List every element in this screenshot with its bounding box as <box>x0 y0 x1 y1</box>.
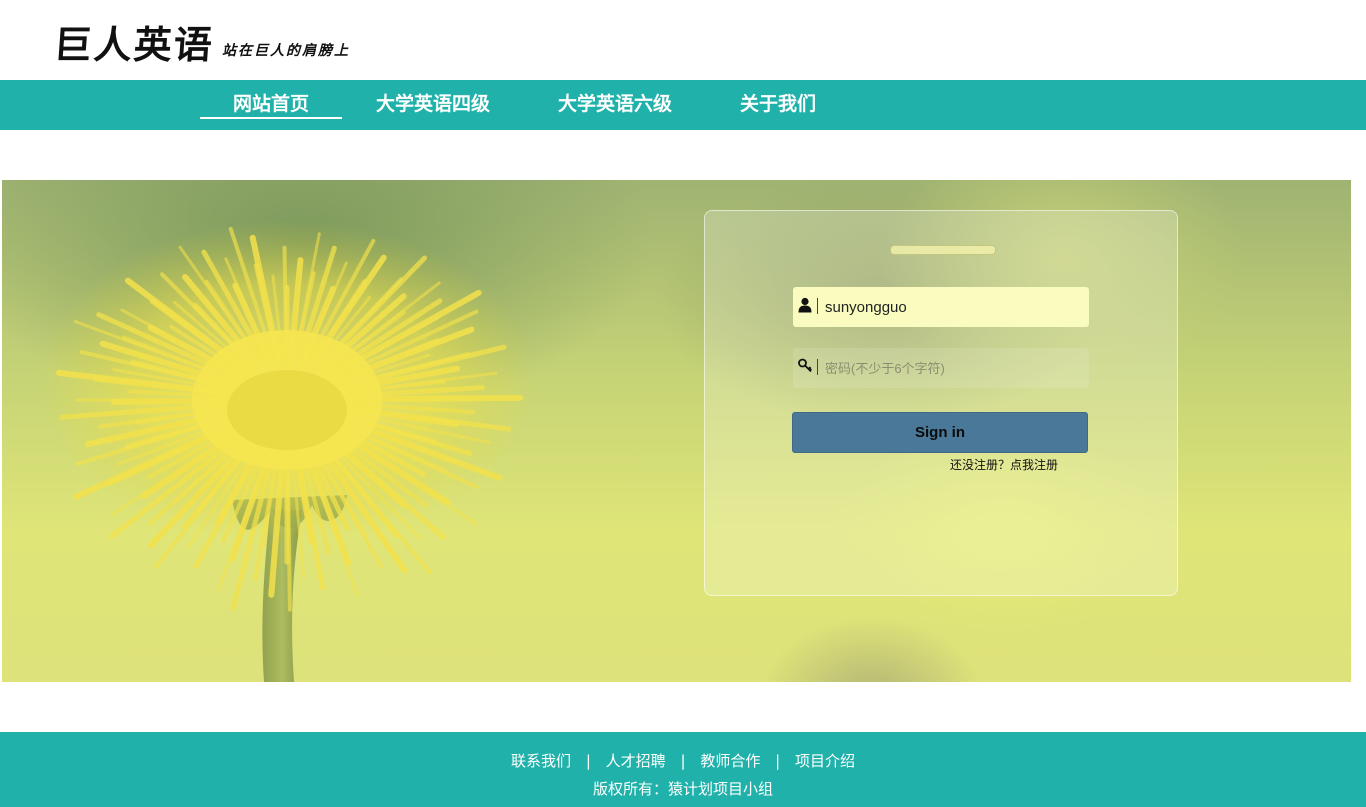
sign-in-button[interactable]: Sign in <box>792 412 1088 453</box>
key-icon <box>798 358 812 373</box>
footer-separator: | <box>775 752 781 770</box>
footer-link-project[interactable]: 项目介绍 <box>795 752 855 770</box>
copyright-text: 版权所有：猿计划项目小组 <box>592 780 773 798</box>
footer-separator: | <box>680 752 686 770</box>
nav-item-cet6[interactable]: 大学英语六级 <box>544 80 686 130</box>
username-input[interactable] <box>825 287 1083 327</box>
password-input[interactable] <box>825 348 1083 388</box>
footer-links: 联系我们 | 人才招聘 | 教师合作 | 项目介绍 <box>0 750 1366 771</box>
panel-handle-bar <box>890 245 996 255</box>
site-footer: 联系我们 | 人才招聘 | 教师合作 | 项目介绍 版权所有：猿计划项目小组 <box>0 732 1366 807</box>
footer-link-contact[interactable]: 联系我们 <box>511 752 571 770</box>
field-separator <box>817 359 818 375</box>
footer-separator: | <box>585 752 591 770</box>
nav-item-about[interactable]: 关于我们 <box>707 80 849 130</box>
site-header: 巨人英语 站在巨人的肩膀上 <box>0 0 1366 80</box>
register-link[interactable]: 还没注册？点我注册 <box>950 456 1058 473</box>
main-nav: 网站首页 大学英语四级 大学英语六级 关于我们 <box>0 80 1366 130</box>
site-logo[interactable]: 巨人英语 <box>52 14 216 69</box>
nav-item-home[interactable]: 网站首页 <box>200 80 342 130</box>
field-separator <box>817 298 818 314</box>
password-field[interactable] <box>793 348 1089 388</box>
login-panel: Sign in 还没注册？点我注册 <box>704 210 1178 596</box>
nav-item-cet4[interactable]: 大学英语四级 <box>362 80 504 130</box>
footer-link-teachers[interactable]: 教师合作 <box>700 752 760 770</box>
site-slogan: 站在巨人的肩膀上 <box>222 43 350 59</box>
user-icon <box>798 297 812 313</box>
footer-link-careers[interactable]: 人才招聘 <box>606 752 666 770</box>
dandelion-image <box>37 220 537 682</box>
username-field[interactable] <box>793 287 1089 327</box>
